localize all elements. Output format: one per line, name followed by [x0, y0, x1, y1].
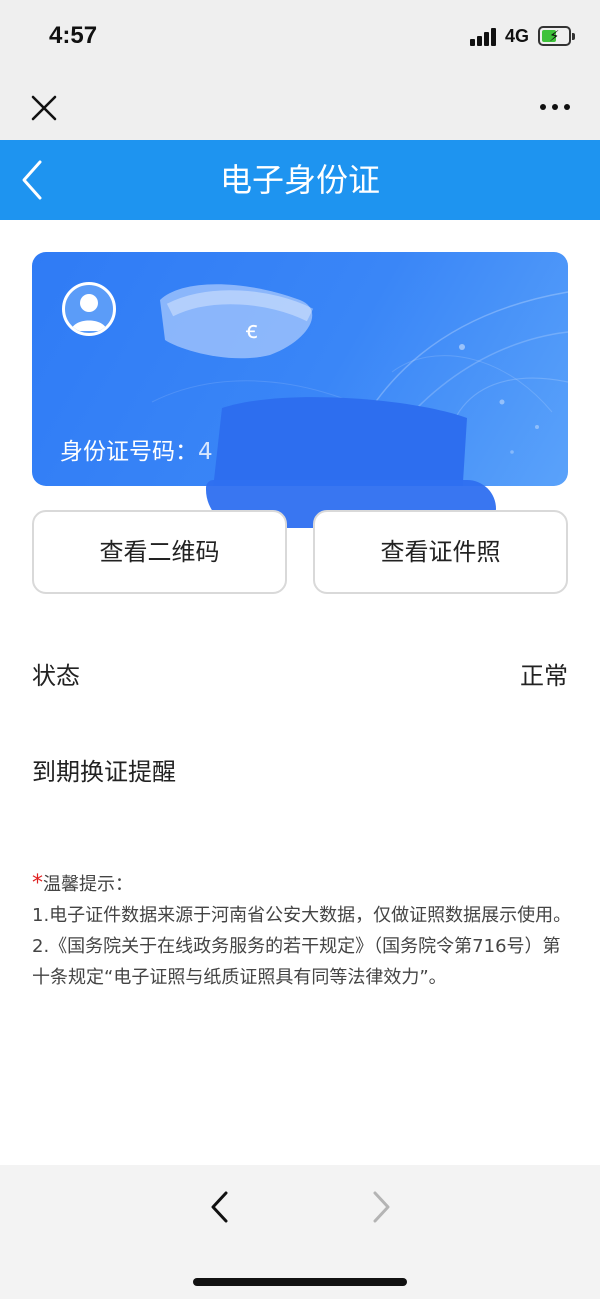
tips-title: *温馨提示：: [32, 868, 572, 900]
network-type: 4G: [505, 26, 530, 46]
page-title: 电子身份证: [219, 161, 380, 199]
id-redaction: [213, 397, 467, 486]
view-qrcode-button[interactable]: 查看二维码: [32, 510, 287, 594]
browser-bar: [0, 76, 600, 140]
status-label: 状态: [32, 662, 80, 690]
tips-title-text: 温馨提示：: [43, 874, 133, 895]
id-label-text: 身份证号码：: [60, 439, 198, 465]
page-header: 电子身份证: [0, 140, 600, 220]
expiry-reminder-item[interactable]: 到期换证提醒: [32, 752, 176, 787]
name-redaction: ꞓ: [160, 284, 314, 359]
close-icon[interactable]: [24, 88, 64, 128]
user-avatar-icon: [62, 282, 116, 336]
chevron-left-icon[interactable]: [14, 158, 54, 202]
status-value: 正常: [520, 662, 568, 690]
tips-line-2: 2.《国务院关于在线政务服务的若干规定》（国务院令第716号）第十条规定“电子证…: [32, 936, 561, 988]
more-icon[interactable]: [532, 92, 578, 122]
battery-icon: ⚡: [538, 26, 575, 46]
signal-icon: [470, 28, 498, 46]
tips-section: *温馨提示： 1.电子证件数据来源于河南省公安大数据，仅做证照数据展示使用。 2…: [32, 868, 572, 993]
required-star: *: [32, 871, 43, 896]
chevron-left-icon[interactable]: [205, 1187, 235, 1227]
id-card[interactable]: ꞓ 身份证号码：4: [32, 252, 568, 486]
browser-nav-bar: [0, 1165, 600, 1299]
id-visible-fragment: 4: [198, 439, 213, 465]
chevron-right-icon[interactable]: [366, 1187, 396, 1227]
tips-line-1: 1.电子证件数据来源于河南省公安大数据，仅做证照数据展示使用。: [32, 905, 572, 926]
home-indicator: [193, 1278, 407, 1286]
status-bar: 4:57 4G ⚡: [0, 0, 600, 76]
view-photo-button[interactable]: 查看证件照: [313, 510, 568, 594]
name-visible-fragment: ꞓ: [246, 316, 258, 344]
status-time: 4:57: [49, 22, 98, 49]
id-number-label: 身份证号码：4: [60, 432, 213, 466]
